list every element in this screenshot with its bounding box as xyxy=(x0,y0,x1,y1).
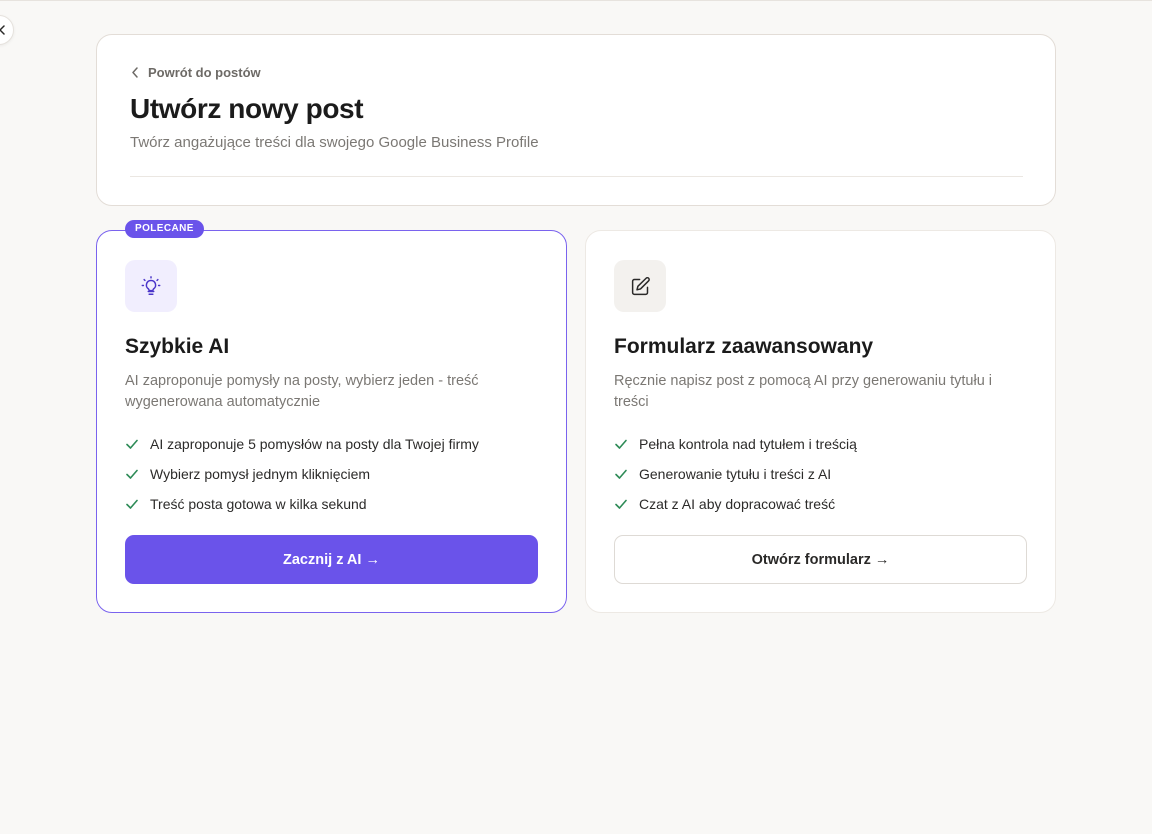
sidebar-toggle-button[interactable] xyxy=(0,15,14,45)
page-subtitle: Twórz angażujące treści dla swojego Goog… xyxy=(130,134,539,151)
page-title: Utwórz nowy post xyxy=(130,93,364,124)
quick-ai-title: Szybkie AI xyxy=(125,335,230,358)
check-icon xyxy=(125,497,139,511)
chevron-left-icon xyxy=(132,67,138,78)
check-icon xyxy=(614,497,628,511)
feature-text: Wybierz pomysł jednym kliknięciem xyxy=(150,466,371,482)
check-icon xyxy=(614,437,628,451)
advanced-form-description: Ręcznie napisz post z pomocą AI przy gen… xyxy=(614,373,993,410)
top-divider xyxy=(0,0,1152,1)
back-to-posts-link[interactable]: Powrót do postów xyxy=(131,65,261,80)
page-header-card: Powrót do postów Utwórz nowy post Twórz … xyxy=(96,34,1056,206)
feature-text: Treść posta gotowa w kilka sekund xyxy=(150,496,367,512)
advanced-form-feature-list: Pełna kontrola nad tytułem i treścią Gen… xyxy=(614,429,857,519)
back-link-label: Powrót do postów xyxy=(148,65,261,80)
lightbulb-icon xyxy=(125,260,177,312)
feature-item: AI zaproponuje 5 pomysłów na posty dla T… xyxy=(125,429,479,459)
feature-text: Generowanie tytułu i treści z AI xyxy=(639,466,832,482)
quick-ai-description: AI zaproponuje pomysły na posty, wybierz… xyxy=(125,373,479,410)
check-icon xyxy=(125,437,139,451)
feature-text: Czat z AI aby dopracować treść xyxy=(639,496,836,512)
feature-item: Treść posta gotowa w kilka sekund xyxy=(125,489,479,519)
feature-item: Wybierz pomysł jednym kliknięciem xyxy=(125,459,479,489)
feature-text: Pełna kontrola nad tytułem i treścią xyxy=(639,436,857,452)
feature-item: Pełna kontrola nad tytułem i treścią xyxy=(614,429,857,459)
quick-ai-feature-list: AI zaproponuje 5 pomysłów na posty dla T… xyxy=(125,429,479,519)
open-form-button[interactable]: Otwórz formularz → xyxy=(614,535,1027,584)
recommended-badge: POLECANE xyxy=(125,220,204,238)
check-icon xyxy=(614,467,628,481)
check-icon xyxy=(125,467,139,481)
header-divider xyxy=(130,176,1023,177)
advanced-form-card[interactable]: Formularz zaawansowany Ręcznie napisz po… xyxy=(585,230,1056,613)
feature-item: Generowanie tytułu i treści z AI xyxy=(614,459,857,489)
edit-icon xyxy=(614,260,666,312)
feature-text: AI zaproponuje 5 pomysłów na posty dla T… xyxy=(150,436,479,452)
chevron-left-icon xyxy=(0,25,5,35)
feature-item: Czat z AI aby dopracować treść xyxy=(614,489,857,519)
quick-ai-card[interactable]: POLECANE Szybkie AI AI zaproponuje pomys… xyxy=(96,220,567,613)
start-with-ai-button[interactable]: Zacznij z AI → xyxy=(125,535,538,584)
advanced-form-title: Formularz zaawansowany xyxy=(614,335,874,358)
